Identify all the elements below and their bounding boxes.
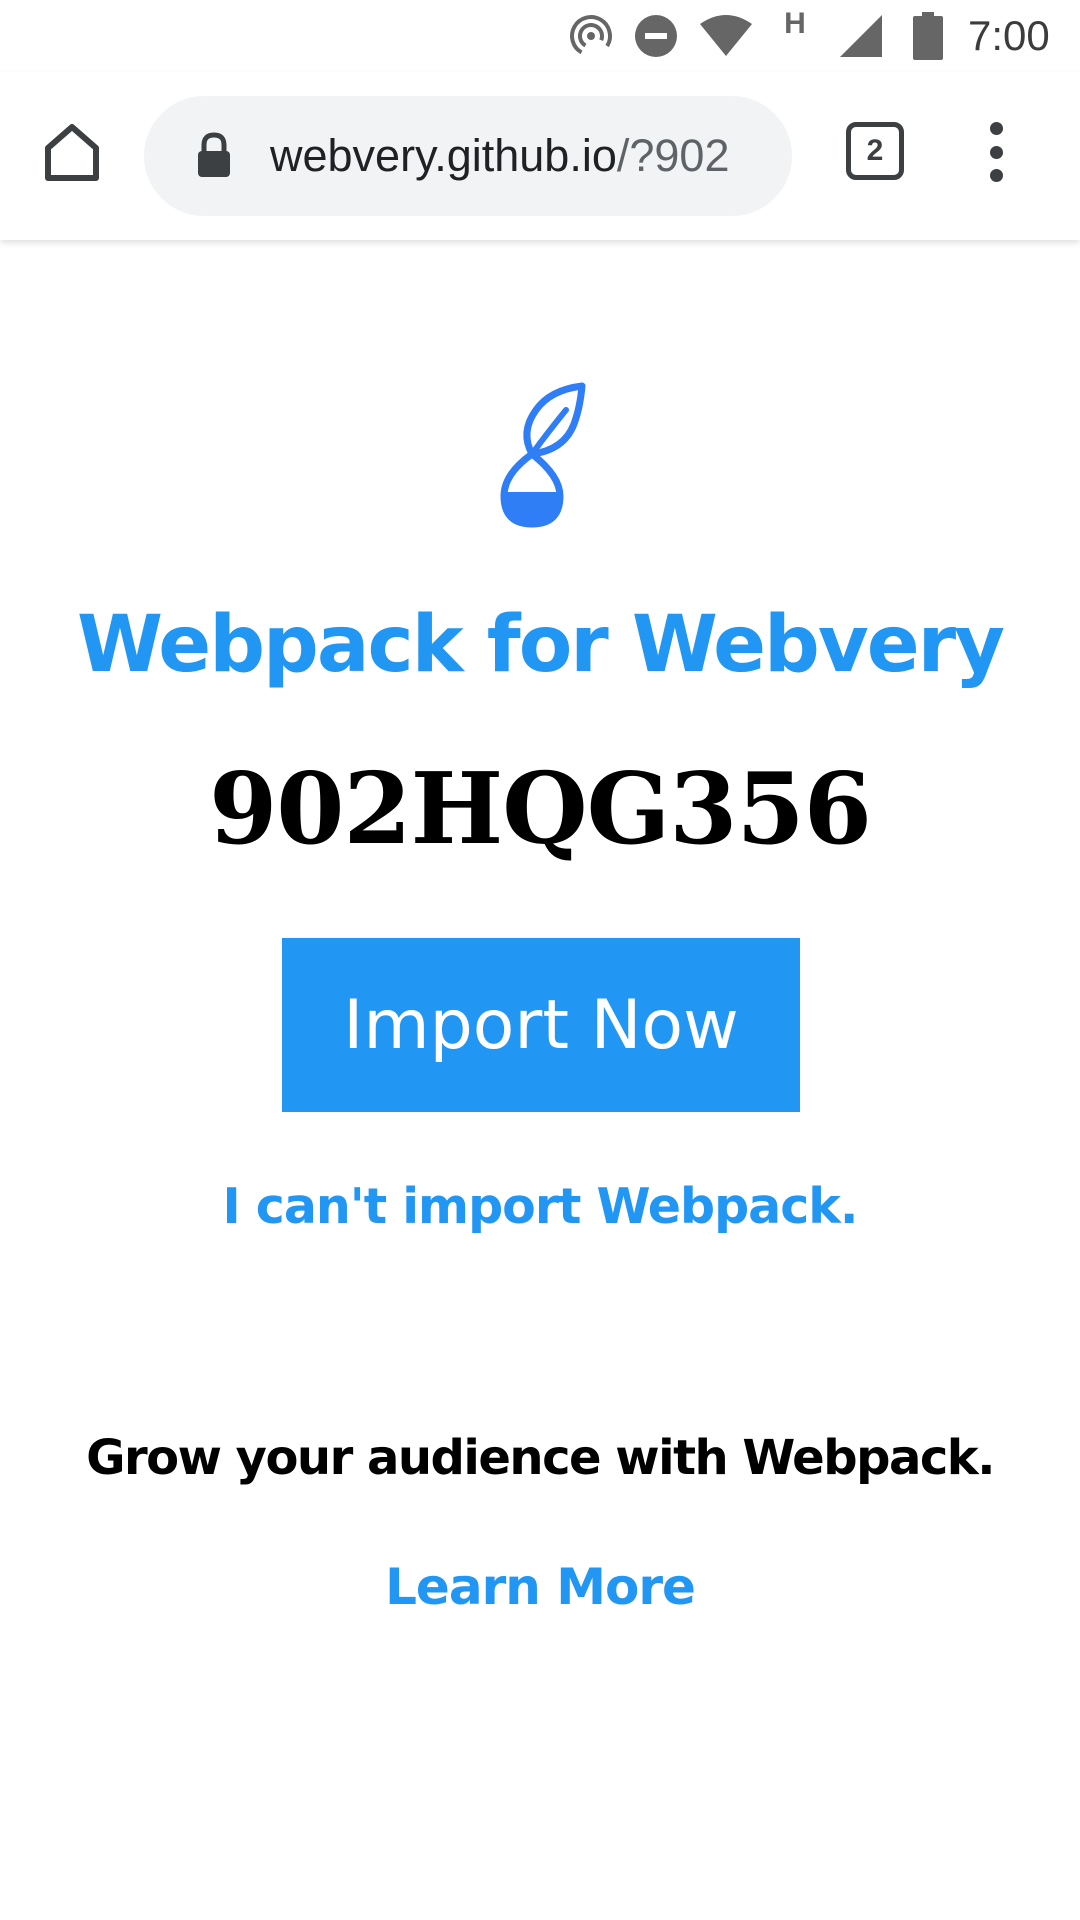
home-icon <box>45 124 99 181</box>
more-vert-icon[interactable] <box>972 122 1020 182</box>
url-text: webvery.github.io/?902 <box>270 96 730 216</box>
do-not-disturb-icon <box>632 12 680 60</box>
tab-count: 2 <box>866 134 884 167</box>
network-type-label: H <box>784 7 806 40</box>
browser-toolbar: webvery.github.io/?902 2 <box>0 72 1080 240</box>
import-now-button[interactable]: Import Now <box>282 938 800 1112</box>
url-bar[interactable]: webvery.github.io/?902 <box>144 96 792 216</box>
page-title: Webpack for Webvery <box>77 600 1005 690</box>
url-path: /?902 <box>616 130 730 181</box>
hotspot-icon <box>566 12 616 60</box>
status-time: 7:00 <box>968 12 1050 59</box>
leaf-hourglass-logo-icon <box>500 382 586 528</box>
cell-signal-icon <box>836 12 886 60</box>
access-code: 902HQG356 <box>209 752 872 867</box>
grow-audience-text: Grow your audience with Webpack. <box>86 1430 995 1486</box>
wifi-icon <box>696 12 756 60</box>
tab-switcher-button[interactable]: 2 <box>846 122 904 180</box>
learn-more-link[interactable]: Learn More <box>0 1558 1080 1616</box>
status-bar: H 7:00 <box>0 0 1080 72</box>
lock-icon <box>198 132 230 177</box>
battery-icon <box>912 12 944 60</box>
home-button[interactable] <box>34 114 110 190</box>
cant-import-link[interactable]: I can't import Webpack. <box>0 1178 1080 1235</box>
url-host: webvery.github.io <box>270 130 617 181</box>
